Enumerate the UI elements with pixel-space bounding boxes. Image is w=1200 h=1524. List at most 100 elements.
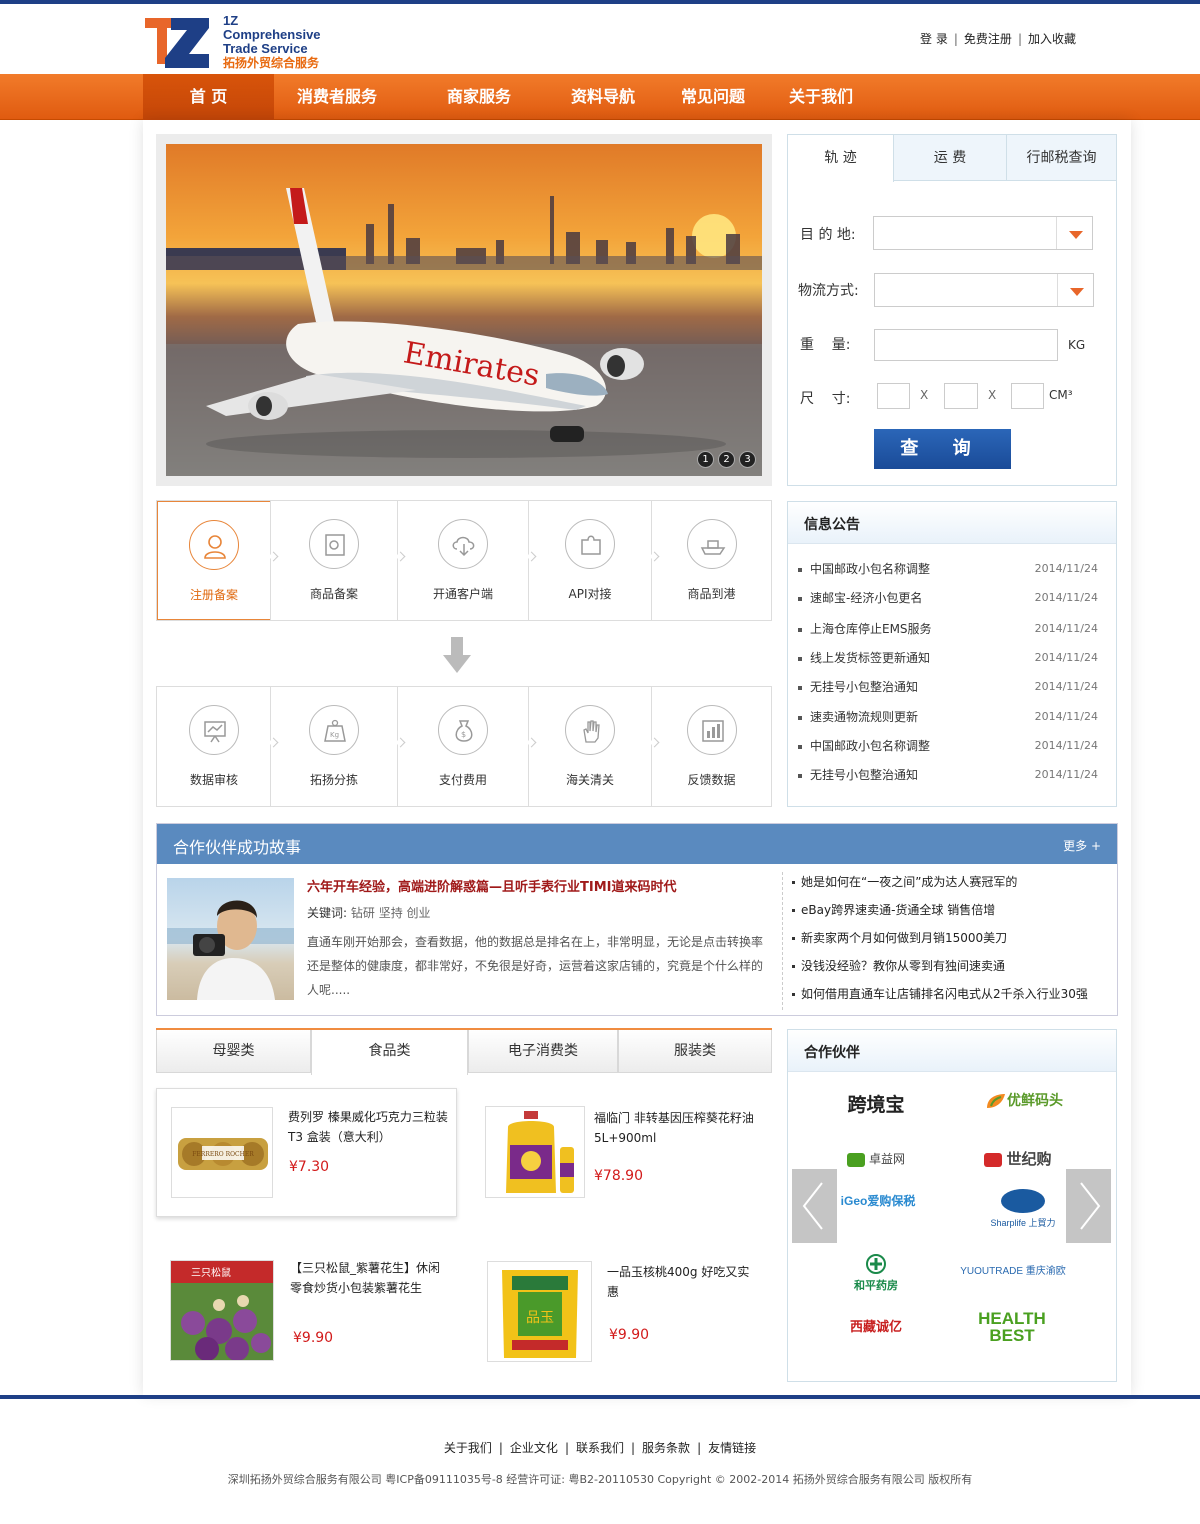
story-list-item[interactable]: eBay跨界速卖通-货通全球 销售倍增 bbox=[792, 902, 1088, 930]
tab-tracking[interactable]: 轨 迹 bbox=[788, 135, 894, 182]
chocolate-box-image: FERRERO ROCHER bbox=[178, 1138, 268, 1170]
step-sorting[interactable]: Kg 拓扬分拣 bbox=[271, 687, 397, 806]
footer-link-culture[interactable]: 企业文化 bbox=[510, 1441, 558, 1455]
nav-item-home[interactable]: 首 页 bbox=[143, 74, 274, 120]
notice-item[interactable]: 速卖通物流规则更新 2014/11/24 bbox=[798, 708, 1108, 725]
process-steps-bottom: 数据审核 Kg 拓扬分拣 $ 支付费用 海关清关 反馈数据 bbox=[156, 686, 772, 807]
user-icon bbox=[204, 535, 226, 559]
step-customs[interactable]: 海关清关 bbox=[529, 687, 651, 806]
notice-item[interactable]: 无挂号小包整治通知 2014/11/24 bbox=[798, 678, 1108, 695]
slider-dot[interactable]: 3 bbox=[739, 451, 756, 468]
step-register[interactable]: 注册备案 bbox=[157, 501, 271, 620]
chevron-down-icon[interactable] bbox=[1057, 274, 1093, 306]
story-list-item[interactable]: 新卖家两个月如何做到月销15000美刀 bbox=[792, 930, 1088, 958]
partner-logo[interactable]: HEALTH BEST bbox=[960, 1310, 1064, 1350]
nav-item-merchant[interactable]: 商家服务 bbox=[420, 74, 538, 120]
tab-tax[interactable]: 行邮税查询 bbox=[1007, 135, 1116, 181]
safe-icon bbox=[325, 534, 345, 556]
notice-item[interactable]: 上海仓库停止EMS服务 2014/11/24 bbox=[798, 620, 1108, 637]
weight-label: 重 量: bbox=[800, 337, 851, 353]
partner-logo[interactable]: 卓益网 bbox=[836, 1150, 916, 1190]
money-bag-icon: $ bbox=[455, 720, 473, 742]
story-photo[interactable] bbox=[167, 878, 294, 1000]
login-link[interactable]: 登 录 bbox=[920, 32, 948, 46]
product-image[interactable]: 三只松鼠 bbox=[170, 1260, 274, 1361]
product-name[interactable]: 【三只松鼠_紫薯花生】休闲零食炒货小包装紫薯花生 bbox=[290, 1258, 450, 1298]
partners-next-button[interactable] bbox=[1066, 1169, 1111, 1243]
story-list-item[interactable]: 如何借用直通车让店铺排名闪电式从2千杀入行业30强 bbox=[792, 986, 1088, 1014]
step-payment[interactable]: $ 支付费用 bbox=[398, 687, 528, 806]
notice-item[interactable]: 线上发货标签更新通知 2014/11/24 bbox=[798, 649, 1108, 666]
partner-logo[interactable]: 优鲜码头 bbox=[966, 1090, 1082, 1130]
story-headline[interactable]: 六年开车经验，高端进阶解惑篇—且听手表行业TIMI道来码时代 bbox=[307, 876, 676, 895]
favorite-link[interactable]: 加入收藏 bbox=[1028, 32, 1076, 46]
nav-item-resources[interactable]: 资料导航 bbox=[553, 74, 653, 120]
step-label: 注册备案 bbox=[189, 588, 238, 602]
step-feedback[interactable]: 反馈数据 bbox=[652, 687, 771, 806]
step-product-record[interactable]: 商品备案 bbox=[271, 501, 397, 620]
svg-text:品玉: 品玉 bbox=[526, 1310, 554, 1326]
photographer-image bbox=[167, 900, 294, 1000]
footer-link-about[interactable]: 关于我们 bbox=[444, 1441, 492, 1455]
tab-food[interactable]: 食品类 bbox=[311, 1030, 468, 1075]
step-label: 开通客户端 bbox=[432, 587, 493, 601]
weight-icon: Kg bbox=[324, 719, 346, 742]
nav-item-about[interactable]: 关于我们 bbox=[775, 74, 867, 120]
product-image[interactable]: 品玉 bbox=[487, 1261, 592, 1362]
step-data-review[interactable]: 数据审核 bbox=[157, 687, 271, 806]
partner-logo[interactable]: 跨境宝 bbox=[828, 1090, 924, 1130]
airplane-illustration: Emirates bbox=[166, 188, 762, 476]
tab-freight[interactable]: 运 费 bbox=[894, 135, 1007, 181]
step-api[interactable]: API对接 bbox=[529, 501, 651, 620]
tab-electronics[interactable]: 电子消费类 bbox=[468, 1030, 618, 1073]
notice-item[interactable]: 速邮宝-经济小包更名 2014/11/24 bbox=[798, 589, 1108, 606]
method-select[interactable] bbox=[874, 273, 1094, 307]
product-name[interactable]: 一品玉核桃400g 好吃又实惠 bbox=[607, 1262, 757, 1302]
register-link[interactable]: 免费注册 bbox=[964, 32, 1012, 46]
partners-title: 合作伙伴 bbox=[804, 1045, 860, 1061]
partner-logo[interactable]: 和平药房 bbox=[836, 1254, 916, 1294]
partner-logo[interactable]: iGeo爱购保税 bbox=[840, 1192, 916, 1232]
product-name[interactable]: 费列罗 榛果威化巧克力三粒装T3 盒装（意大利） bbox=[288, 1107, 448, 1147]
chevron-down-icon[interactable] bbox=[1056, 217, 1092, 249]
hand-icon bbox=[583, 720, 600, 743]
story-list: 她是如何在“一夜之间”成为达人赛冠军的 eBay跨界速卖通-货通全球 销售倍增 … bbox=[792, 874, 1088, 1014]
query-button[interactable]: 查 询 bbox=[874, 429, 1011, 469]
product-image[interactable]: FERRERO ROCHER bbox=[171, 1107, 273, 1198]
site-logo[interactable]: 1Z Comprehensive Trade Service 拓扬外贸综合服务 bbox=[143, 14, 343, 72]
story-keywords: 关键词: 钻研 坚持 创业 bbox=[307, 906, 431, 920]
story-list-item[interactable]: 没钱没经验？教你从零到有独间速卖通 bbox=[792, 958, 1088, 986]
tab-baby[interactable]: 母婴类 bbox=[156, 1030, 311, 1073]
step-client[interactable]: 开通客户端 bbox=[398, 501, 528, 620]
destination-select[interactable] bbox=[873, 216, 1093, 250]
step-arrival[interactable]: 商品到港 bbox=[652, 501, 771, 620]
partner-logo[interactable]: YUOUTRADE 重庆渝欧 bbox=[960, 1262, 1066, 1302]
notice-item[interactable]: 无挂号小包整治通知 2014/11/24 bbox=[798, 766, 1108, 783]
tab-clothing[interactable]: 服装类 bbox=[618, 1030, 772, 1073]
product-image[interactable] bbox=[485, 1106, 585, 1198]
partner-logo[interactable]: 西藏诚亿 bbox=[830, 1316, 922, 1356]
peanuts-image: 三只松鼠 bbox=[171, 1261, 273, 1360]
cloud-download-icon bbox=[452, 536, 475, 557]
partner-logo[interactable]: 世纪购 bbox=[972, 1148, 1064, 1188]
story-list-item[interactable]: 她是如何在“一夜之间”成为达人赛冠军的 bbox=[792, 874, 1088, 902]
nav-item-consumer[interactable]: 消费者服务 bbox=[274, 74, 400, 120]
footer-link-contact[interactable]: 联系我们 bbox=[576, 1441, 624, 1455]
nav-item-faq[interactable]: 常见问题 bbox=[667, 74, 759, 120]
length-input[interactable] bbox=[877, 383, 910, 409]
notice-item[interactable]: 中国邮政小包名称调整 2014/11/24 bbox=[798, 737, 1108, 754]
notice-item[interactable]: 中国邮政小包名称调整 2014/11/24 bbox=[798, 560, 1108, 577]
width-input[interactable] bbox=[944, 383, 978, 409]
partner-logo[interactable]: Sharplife 上貿力 bbox=[990, 1188, 1056, 1228]
more-link[interactable]: 更多 + bbox=[1063, 837, 1101, 854]
weight-input[interactable] bbox=[874, 329, 1058, 361]
step-label: 反馈数据 bbox=[687, 773, 736, 787]
slider-dot[interactable]: 2 bbox=[718, 451, 735, 468]
footer-link-terms[interactable]: 服务条款 bbox=[642, 1441, 690, 1455]
footer-link-friends[interactable]: 友情链接 bbox=[708, 1441, 756, 1455]
slider-dot[interactable]: 1 bbox=[697, 451, 714, 468]
height-input[interactable] bbox=[1011, 383, 1044, 409]
banner-image[interactable]: Emirates 123 bbox=[166, 144, 762, 476]
product-name[interactable]: 福临门 非转基因压榨葵花籽油5L+900ml bbox=[594, 1108, 764, 1148]
partners-prev-button[interactable] bbox=[792, 1169, 837, 1243]
